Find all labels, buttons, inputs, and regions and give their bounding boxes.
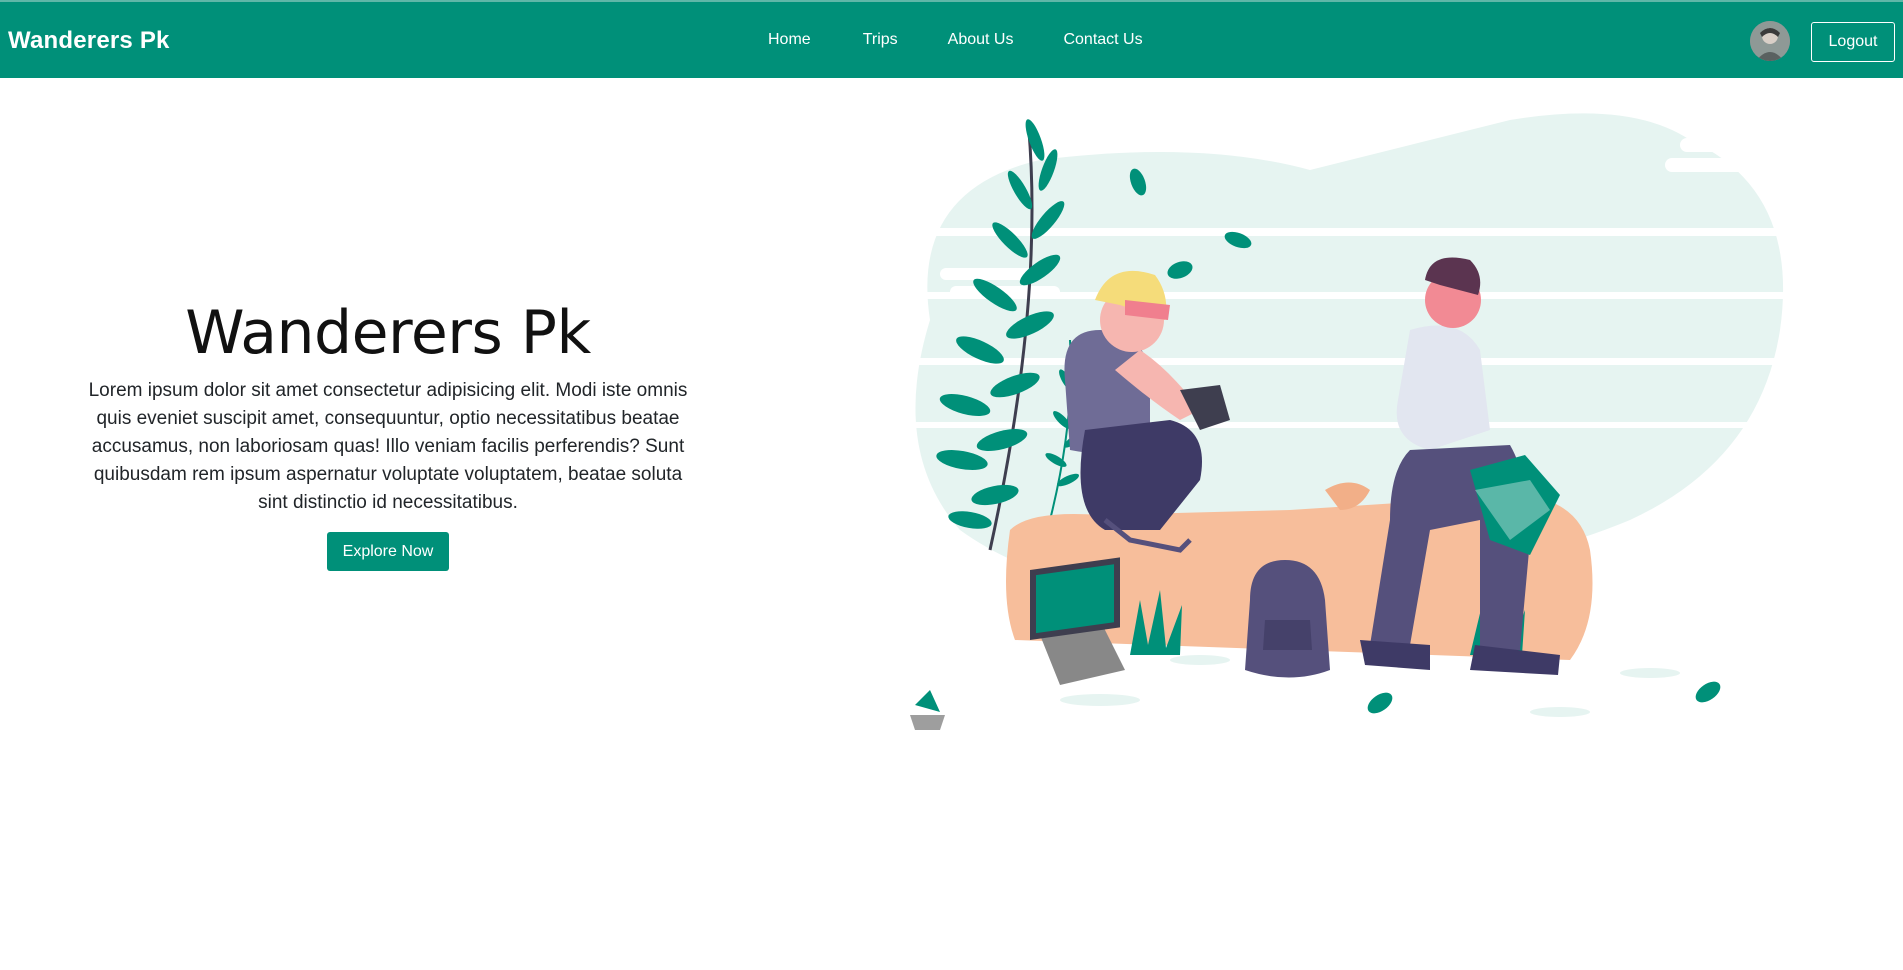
- logout-button[interactable]: Logout: [1811, 22, 1895, 62]
- nav-link-home[interactable]: Home: [768, 31, 811, 49]
- navbar: Wanderers Pk Home Trips About Us Contact…: [0, 0, 1903, 78]
- hero-description: Lorem ipsum dolor sit amet consectetur a…: [88, 380, 688, 513]
- explore-now-button[interactable]: Explore Now: [327, 532, 449, 571]
- nav-links: Home Trips About Us Contact Us: [768, 31, 1193, 49]
- nav-link-contact-us[interactable]: Contact Us: [1063, 31, 1142, 49]
- nav-link-trips[interactable]: Trips: [863, 31, 898, 49]
- hero-title: Wanderers Pk: [185, 298, 591, 368]
- brand-logo[interactable]: Wanderers Pk: [8, 27, 170, 55]
- nav-link-about-us[interactable]: About Us: [948, 31, 1014, 49]
- travel-illustration-icon: [890, 113, 1820, 730]
- avatar[interactable]: [1750, 21, 1790, 61]
- avatar-photo-icon: [1750, 21, 1790, 61]
